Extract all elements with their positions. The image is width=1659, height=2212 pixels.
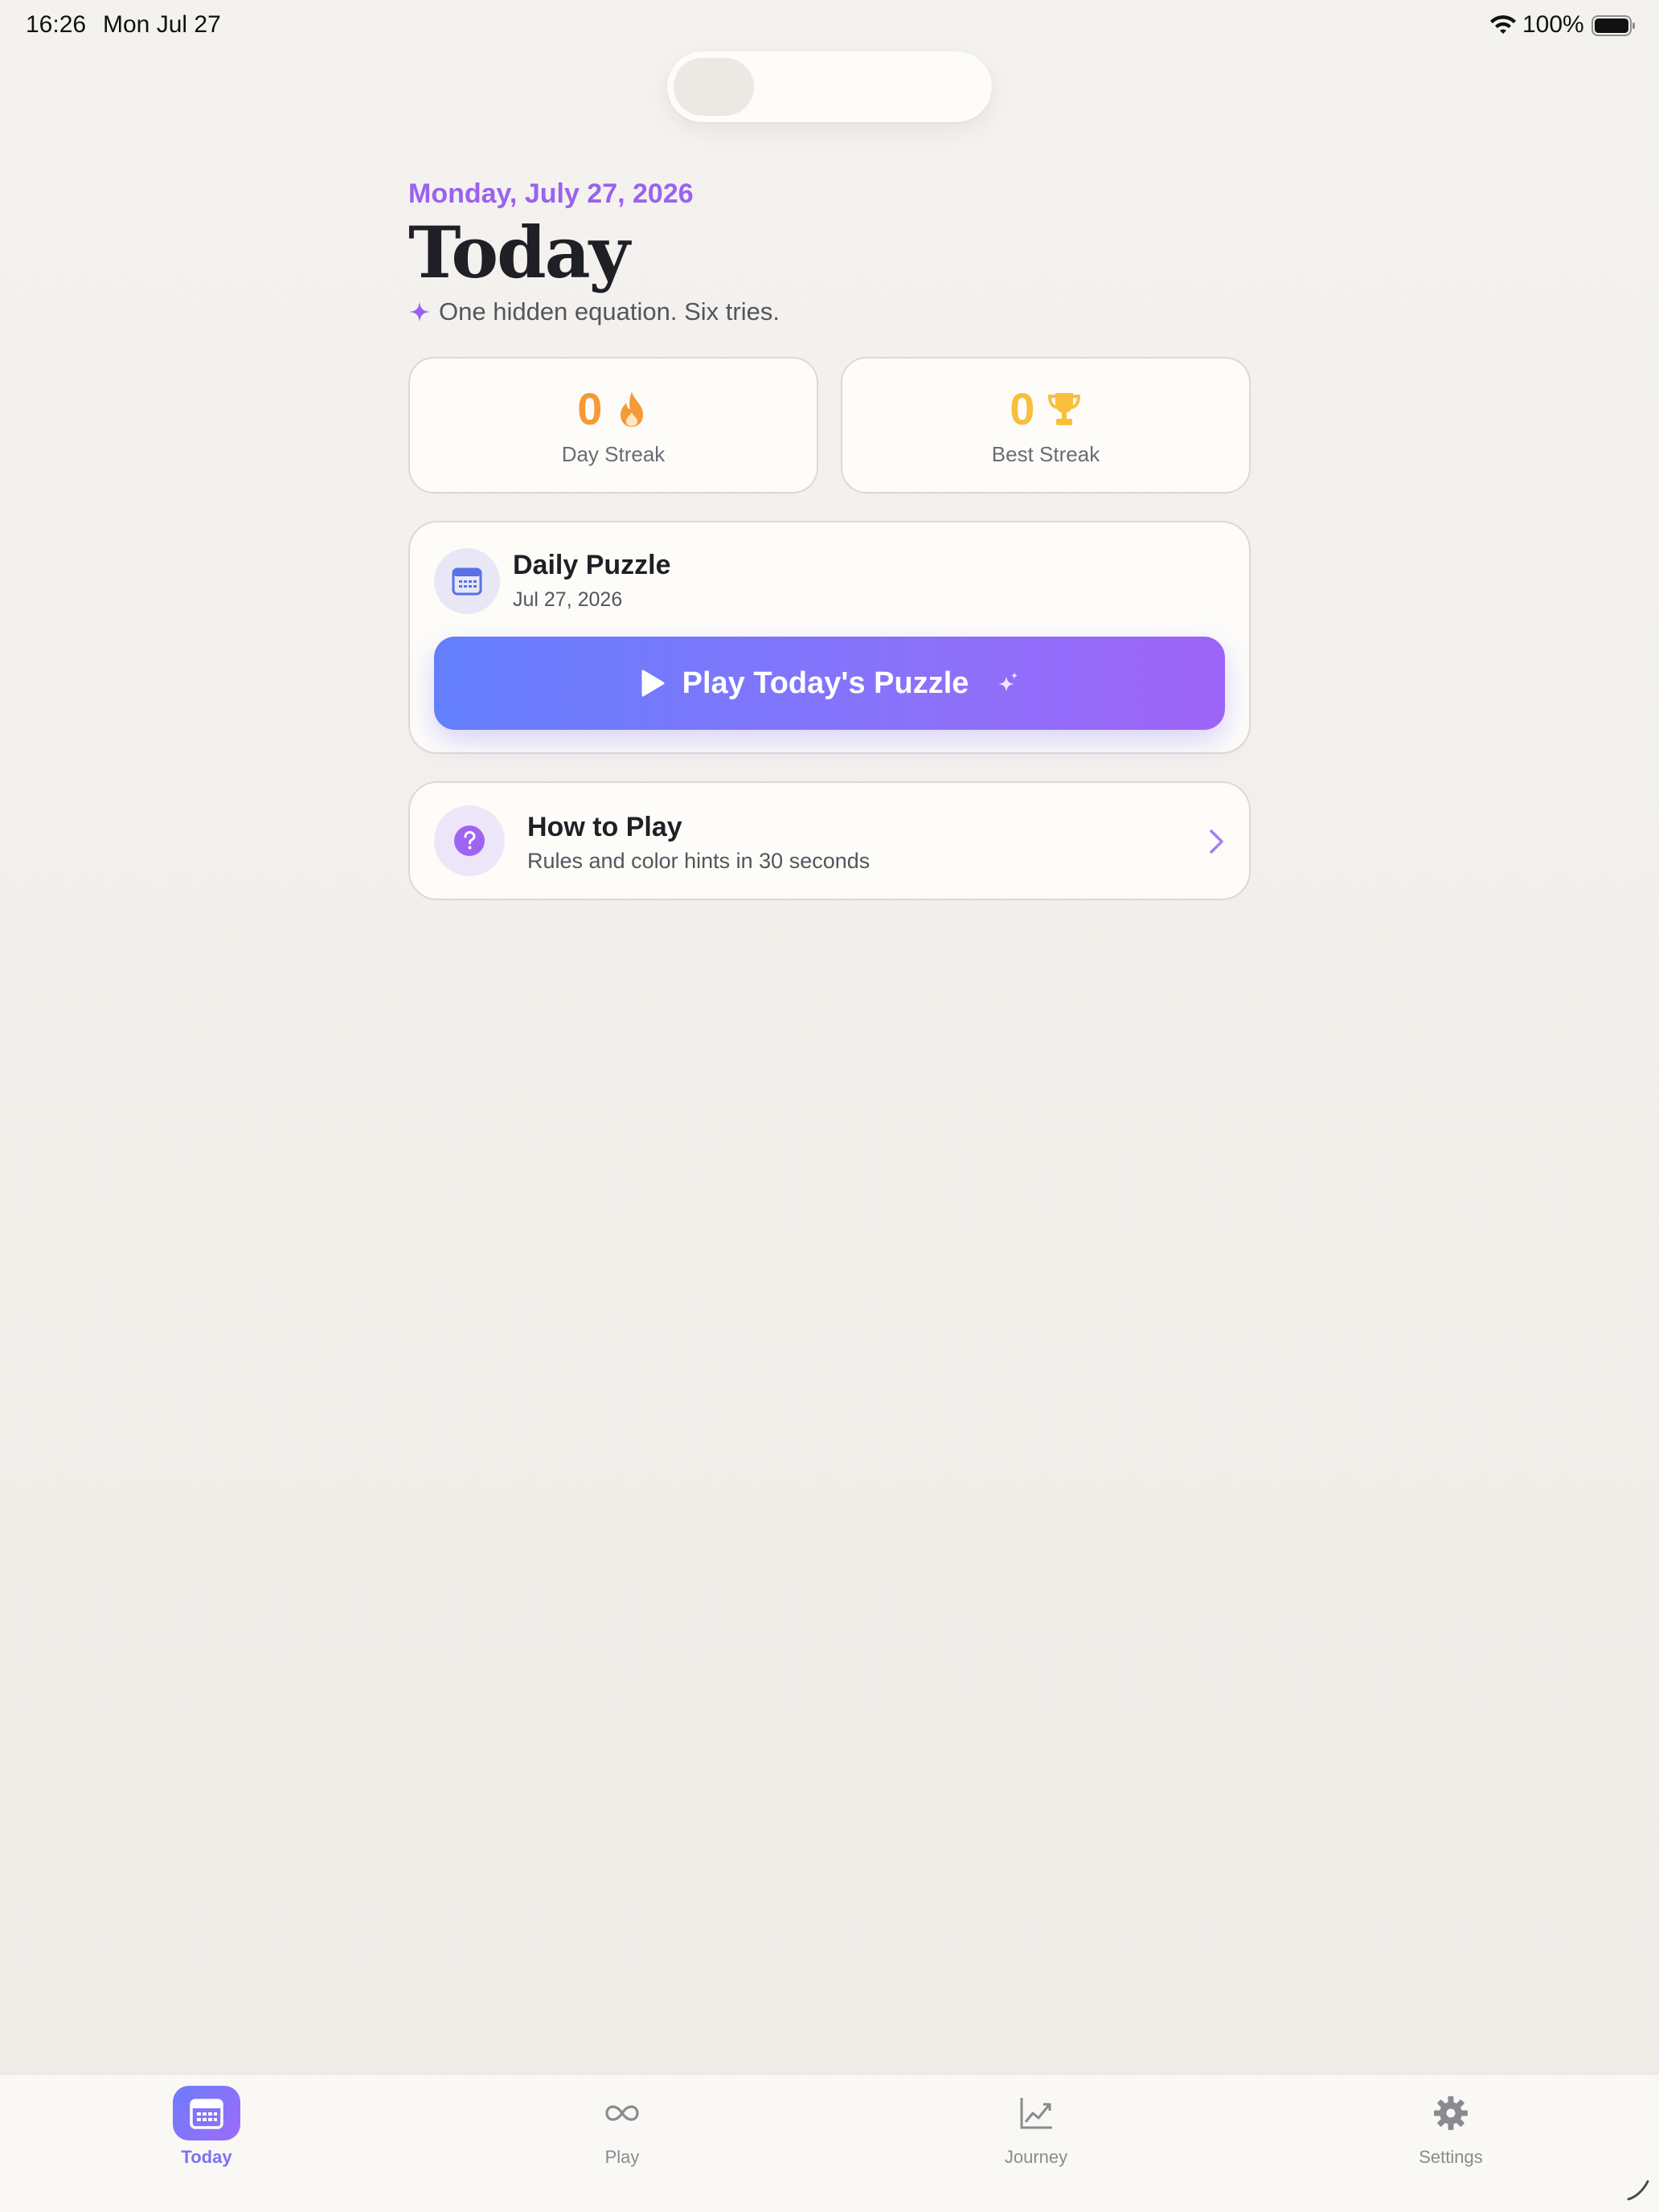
flame-icon bbox=[620, 391, 643, 427]
play-todays-puzzle-button[interactable]: Play Today's Puzzle bbox=[434, 637, 1225, 730]
tab-today[interactable]: Today bbox=[110, 2075, 303, 2212]
best-streak-label: Best Streak bbox=[991, 442, 1100, 466]
best-streak-card: 0 Best Streak bbox=[841, 357, 1251, 494]
date-line: Monday, July 27, 2026 bbox=[408, 178, 694, 209]
view-toggle[interactable] bbox=[667, 51, 992, 122]
daily-puzzle-date: Jul 27, 2026 bbox=[513, 588, 623, 611]
sparkles-icon bbox=[997, 672, 1018, 692]
chart-icon bbox=[1020, 2098, 1052, 2129]
sparkle-icon bbox=[409, 301, 430, 322]
chevron-right-icon bbox=[1210, 830, 1223, 854]
battery-percent: 100% bbox=[1522, 11, 1584, 38]
calendar-icon-badge bbox=[434, 548, 500, 614]
how-to-play-subtitle: Rules and color hints in 30 seconds bbox=[527, 849, 870, 873]
play-icon bbox=[641, 670, 665, 697]
tab-today-label: Today bbox=[181, 2147, 232, 2167]
how-to-play-card[interactable]: How to Play Rules and color hints in 30 … bbox=[408, 781, 1251, 900]
tab-bar: Today Play Journey Settings bbox=[0, 2074, 1659, 2212]
gear-icon bbox=[1434, 2096, 1468, 2130]
tab-journey[interactable]: Journey bbox=[940, 2075, 1133, 2212]
view-toggle-knob[interactable] bbox=[674, 58, 754, 116]
page-title: Today bbox=[408, 211, 630, 294]
battery-icon bbox=[1591, 15, 1635, 36]
how-to-play-title: How to Play bbox=[527, 812, 682, 842]
calendar-icon bbox=[190, 2099, 223, 2129]
day-streak-card: 0 Day Streak bbox=[408, 357, 818, 494]
tab-settings[interactable]: Settings bbox=[1354, 2075, 1547, 2212]
status-date: Mon Jul 27 bbox=[103, 11, 221, 38]
subtitle: One hidden equation. Six tries. bbox=[439, 297, 780, 326]
play-button-label: Play Today's Puzzle bbox=[682, 666, 969, 700]
wifi-icon bbox=[1490, 15, 1516, 34]
infinity-icon bbox=[605, 2105, 639, 2121]
trophy-icon bbox=[1047, 393, 1080, 425]
best-streak-value: 0 bbox=[1010, 383, 1035, 434]
day-streak-value: 0 bbox=[577, 383, 603, 434]
resize-handle-icon bbox=[1627, 2180, 1649, 2201]
tab-play[interactable]: Play bbox=[526, 2075, 719, 2212]
daily-puzzle-title: Daily Puzzle bbox=[513, 550, 671, 580]
question-icon bbox=[454, 825, 485, 856]
tab-play-label: Play bbox=[604, 2147, 640, 2167]
status-bar: 16:26 Mon Jul 27 100% bbox=[0, 0, 1659, 51]
tab-settings-label: Settings bbox=[1419, 2147, 1483, 2167]
daily-puzzle-card: Daily Puzzle Jul 27, 2026 Play Today's P… bbox=[408, 521, 1251, 754]
status-time: 16:26 bbox=[26, 11, 87, 38]
tab-journey-label: Journey bbox=[1004, 2147, 1068, 2167]
question-icon-badge bbox=[434, 805, 505, 876]
calendar-icon bbox=[452, 567, 482, 596]
day-streak-label: Day Streak bbox=[561, 442, 666, 466]
